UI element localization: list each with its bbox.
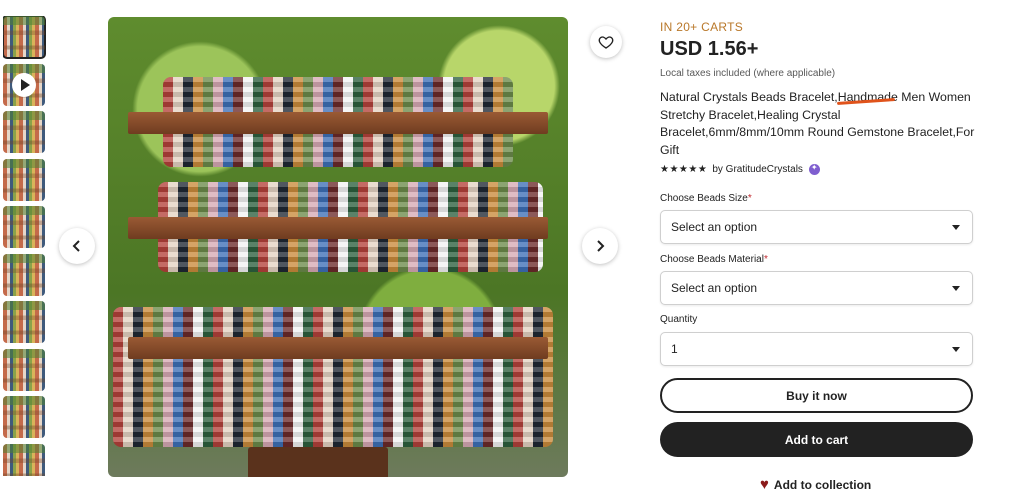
play-icon	[12, 72, 36, 97]
caret-down-icon	[952, 225, 960, 230]
add-to-cart-button[interactable]: Add to cart	[660, 422, 973, 457]
taxes-note: Local taxes included (where applicable)	[660, 68, 836, 79]
heart-outline-icon	[598, 36, 614, 49]
star-rating-icon: ★★★★★	[660, 164, 708, 175]
price: USD 1.56+	[660, 38, 759, 60]
thumbnail-image[interactable]	[3, 158, 45, 201]
buy-now-button[interactable]: Buy it now	[660, 378, 973, 413]
quantity-value: 1	[671, 342, 678, 356]
seller-link[interactable]: by GratitudeCrystals	[712, 164, 803, 175]
required-mark: *	[763, 254, 768, 265]
listing-title: Natural Crystals Beads Bracelet,Handmade…	[660, 90, 975, 157]
quantity-label: Quantity	[660, 314, 698, 325]
thumbnail-image[interactable]	[3, 301, 45, 343]
wooden-shelf-top	[128, 112, 548, 134]
beads-material-label: Choose Beads Material*	[660, 254, 768, 265]
star-seller-badge-icon	[808, 163, 820, 175]
chevron-right-icon	[597, 240, 605, 252]
quantity-select[interactable]: 1	[660, 332, 973, 366]
thumbnail-image[interactable]	[3, 348, 45, 391]
add-to-collection-label: Add to collection	[773, 477, 872, 491]
required-mark: *	[747, 193, 752, 204]
heart-filled-icon: ♥	[760, 476, 769, 491]
chevron-left-icon	[72, 240, 80, 252]
thumbnail-strip	[3, 16, 47, 476]
thumbnail-image[interactable]	[3, 206, 45, 248]
next-image-button[interactable]	[582, 228, 618, 264]
thumbnail-image[interactable]	[3, 253, 45, 296]
display-stand-base	[248, 447, 388, 477]
thumbnail-image[interactable]	[3, 111, 45, 153]
in-carts-badge: IN 20+ CARTS	[660, 20, 744, 34]
rating-row: ★★★★★ by GratitudeCrystals	[660, 163, 820, 175]
beads-material-value: Select an option	[671, 281, 758, 295]
wooden-shelf-bottom	[128, 337, 548, 359]
beads-size-label: Choose Beads Size*	[660, 193, 752, 204]
beads-size-value: Select an option	[671, 220, 758, 234]
beads-size-select[interactable]: Select an option	[660, 210, 973, 244]
previous-image-button[interactable]	[59, 228, 95, 264]
favorite-button[interactable]	[590, 26, 622, 58]
thumbnail-image[interactable]	[3, 396, 45, 438]
bracelet-row-bottom	[113, 307, 553, 447]
caret-down-icon	[952, 286, 960, 291]
add-to-collection-button[interactable]: ♥ Add to collection	[760, 477, 871, 491]
main-product-image[interactable]	[108, 17, 568, 477]
caret-down-icon	[952, 347, 960, 352]
thumbnail-image[interactable]	[3, 16, 46, 59]
wooden-shelf-middle	[128, 217, 548, 239]
thumbnail-image[interactable]	[3, 443, 45, 476]
thumbnail-video[interactable]	[3, 63, 45, 106]
beads-material-select[interactable]: Select an option	[660, 271, 973, 305]
